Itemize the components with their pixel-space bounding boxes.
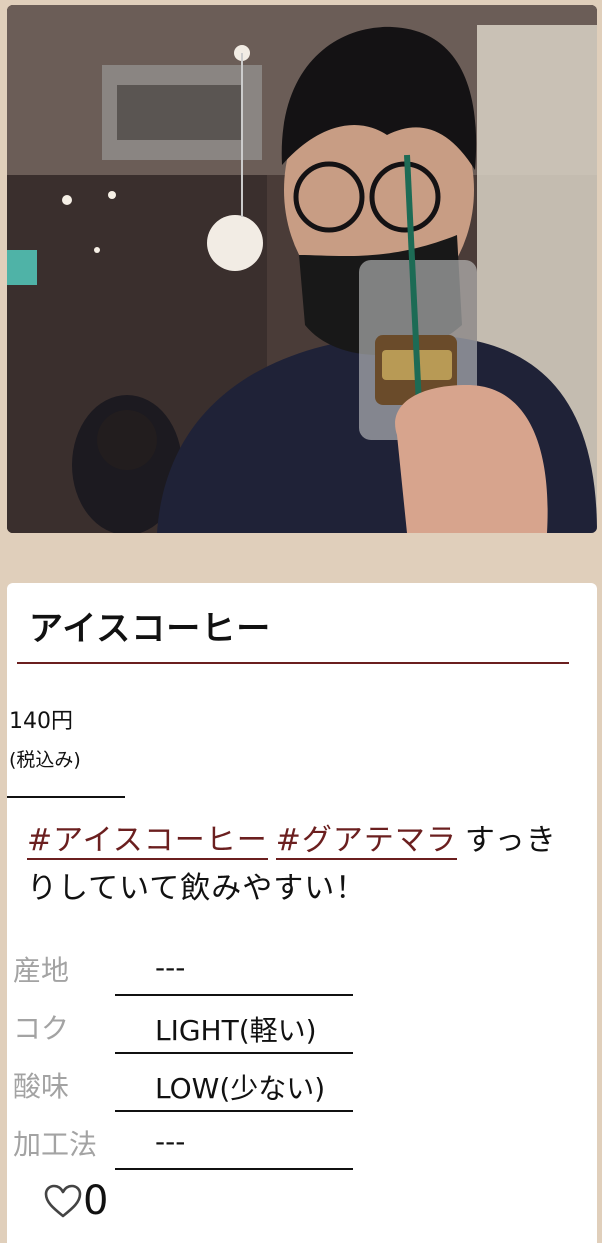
attr-divider xyxy=(115,994,353,996)
post-description: #アイスコーヒー #グアテマラ すっきりしていて飲みやすい！ xyxy=(27,817,577,913)
price-divider xyxy=(7,796,125,798)
attr-label-acidity: 酸味 xyxy=(13,1070,70,1103)
attr-value-origin: --- xyxy=(155,951,186,984)
attr-value-acidity: LOW(少ない) xyxy=(155,1072,326,1105)
attr-label-body: コク xyxy=(13,1012,70,1045)
like-button[interactable]: 0 xyxy=(43,1181,108,1221)
attr-divider xyxy=(115,1110,353,1112)
attr-divider xyxy=(115,1168,353,1170)
post-photo xyxy=(7,5,597,533)
price: 140円 xyxy=(9,709,73,734)
tax-note: (税込み) xyxy=(9,749,81,771)
attr-value-body: LIGHT(軽い) xyxy=(155,1014,317,1047)
heart-outline-icon xyxy=(44,1184,82,1218)
hashtag-ice-coffee[interactable]: #アイスコーヒー xyxy=(27,823,268,860)
attr-label-process: 加工法 xyxy=(13,1128,98,1161)
attr-divider xyxy=(115,1052,353,1054)
hashtag-guatemala[interactable]: #グアテマラ xyxy=(275,823,457,860)
title-divider xyxy=(17,662,569,664)
attr-label-origin: 産地 xyxy=(13,954,70,987)
post-card: アイスコーヒー 140円 (税込み) #アイスコーヒー #グアテマラ すっきりしてい… xyxy=(7,583,597,1243)
post-title: アイスコーヒー xyxy=(29,609,272,649)
like-count: 0 xyxy=(83,1178,109,1224)
attr-value-process: --- xyxy=(155,1125,186,1158)
